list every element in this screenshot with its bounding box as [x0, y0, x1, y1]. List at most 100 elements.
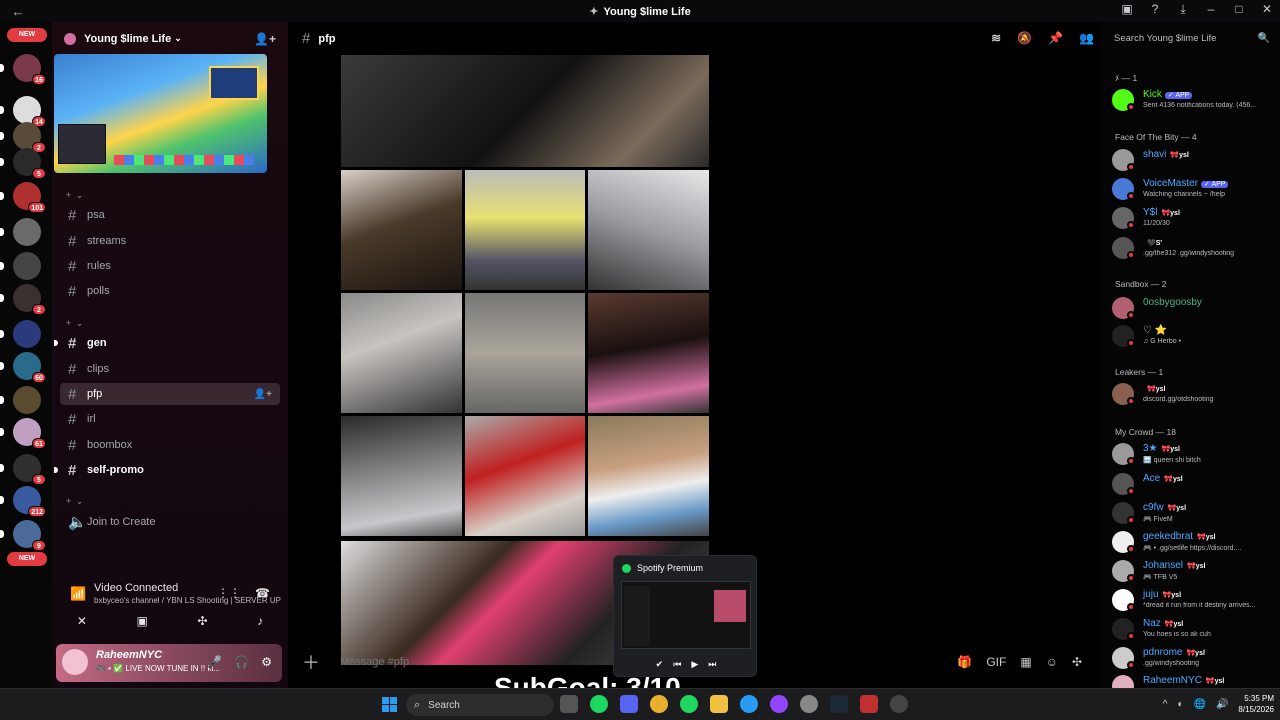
member-item[interactable]: ♡ ⭐ ♫ G Herbo • [1112, 322, 1276, 348]
category-3-toggle[interactable]: + ⌄ [66, 496, 84, 507]
voice-channel-join-to-create[interactable]: 🔈 Join to Create [60, 511, 280, 533]
server-icon-4[interactable]: 5 [0, 148, 46, 179]
member-item[interactable]: Kick ✓ APP Sent 4136 notifications today. … [1112, 86, 1276, 112]
photo-1[interactable] [341, 55, 709, 167]
discord-taskbar-icon[interactable] [620, 695, 638, 713]
emoji-icon[interactable]: ☺ [1046, 655, 1058, 669]
clock[interactable]: 5:35 PM 8/15/2026 [1238, 693, 1274, 715]
minimize-icon[interactable]: – [1204, 2, 1218, 17]
file-explorer-icon[interactable] [710, 695, 728, 713]
inbox-icon[interactable]: ▣ [1120, 2, 1134, 17]
member-item[interactable]: geekedbrat 🎀ysl 🎮 • .gg/setlife https://di… [1112, 528, 1276, 554]
member-item[interactable]: 🎀ysl discord.gg/otdshooting [1112, 380, 1276, 406]
server-icon-15[interactable]: 9 [0, 520, 46, 551]
gift-icon[interactable]: 🎁 [957, 655, 972, 669]
close-icon[interactable]: ✕ [1260, 2, 1274, 17]
user-avatar[interactable] [62, 649, 88, 675]
server-icon-2[interactable]: 14 [0, 96, 46, 127]
twitch-taskbar-icon[interactable] [770, 695, 788, 713]
network-icon[interactable]: 🌐 [1194, 699, 1206, 710]
server-icon-5[interactable]: 101 [0, 182, 46, 213]
obs-taskbar-icon[interactable] [890, 695, 908, 713]
member-item[interactable]: Ace 🎀ysl [1112, 470, 1276, 496]
channel-streams[interactable]: # streams [60, 230, 280, 252]
channel-pfp[interactable]: # pfp 👤+ [60, 383, 280, 405]
photo-9[interactable] [465, 416, 585, 536]
notification-bell-icon[interactable]: 🔕 [1017, 31, 1032, 45]
category-1-toggle[interactable]: + ⌄ [66, 190, 84, 201]
create-invite-icon[interactable]: 👤+ [254, 389, 272, 400]
photo-4[interactable] [588, 170, 709, 290]
photo-2[interactable] [341, 170, 462, 290]
download-icon[interactable]: ⤓ [1176, 2, 1190, 17]
channel-self-promo[interactable]: # self-promo [54, 459, 280, 481]
apps-icon[interactable]: ✣ [1072, 655, 1082, 669]
edge-taskbar-icon[interactable] [740, 695, 758, 713]
sticker-icon[interactable]: ▦ [1020, 655, 1031, 669]
member-item[interactable]: Y$l 🎀ysl 11/20/30 [1112, 204, 1276, 230]
task-view-icon[interactable] [560, 695, 578, 713]
channel-gen[interactable]: # gen [54, 332, 280, 354]
photo-6[interactable] [465, 293, 585, 413]
threads-icon[interactable]: ≋ [991, 31, 1001, 45]
message-input[interactable] [340, 656, 880, 668]
maximize-icon[interactable]: □ [1232, 2, 1246, 17]
member-list-icon[interactable]: 👥 [1079, 31, 1094, 45]
photo-10[interactable] [588, 416, 709, 536]
camera-off-icon[interactable]: ✕ [77, 614, 87, 628]
server-header[interactable]: Young $lime Life ⌄ 👤+ [52, 22, 288, 55]
settings-taskbar-icon[interactable] [800, 695, 818, 713]
channel-clips[interactable]: # clips [60, 358, 280, 380]
spotify-taskbar-icon[interactable] [680, 695, 698, 713]
member-item[interactable]: 3★ 🎀ysl 🔛 queen shi bitch [1112, 440, 1276, 466]
photo-8[interactable] [341, 416, 462, 536]
headphones-icon[interactable]: 🎧 [234, 655, 249, 669]
member-item[interactable]: 🖤S' .gg/the312 .gg/windyshooting [1112, 234, 1276, 260]
previous-track-icon[interactable]: ⏮ [673, 659, 681, 670]
help-icon[interactable]: ? [1148, 2, 1162, 17]
category-2-toggle[interactable]: + ⌄ [66, 318, 84, 329]
invite-user-icon[interactable]: 👤+ [254, 32, 276, 46]
check-icon[interactable]: ✔ [656, 659, 664, 670]
noise-suppression-icon[interactable]: ⋮⋮ [217, 586, 241, 600]
server-icon-14[interactable]: 212 [0, 486, 46, 517]
pin-icon[interactable]: 📌 [1048, 31, 1063, 45]
back-arrow-icon[interactable]: ← [0, 4, 36, 19]
activities-icon[interactable]: ✣ [197, 614, 207, 628]
photo-5[interactable] [341, 293, 462, 413]
play-icon[interactable]: ▶ [691, 659, 698, 670]
app-xbox-icon[interactable] [590, 695, 608, 713]
member-item[interactable]: VoiceMaster ✓ APP Watching channels ~ /hel… [1112, 175, 1276, 201]
member-item[interactable]: c9fw 🎀ysl 🎮 FiveM [1112, 499, 1276, 525]
soundboard-icon[interactable]: ♪ [257, 614, 263, 628]
server-icon-9[interactable] [0, 320, 41, 348]
spotify-preview-popup[interactable]: Spotify Premium ✔ ⏮ ▶ ⏭ [613, 555, 757, 677]
screen-share-icon[interactable]: ▣ [137, 614, 148, 628]
steam-taskbar-icon[interactable] [830, 695, 848, 713]
server-icon-12[interactable]: 61 [0, 418, 46, 449]
server-icon-1[interactable]: 16 [0, 54, 46, 85]
voicemeeter-taskbar-icon[interactable] [860, 695, 878, 713]
new-badge-top[interactable]: NEW [7, 28, 47, 42]
tray-app-icon[interactable]: ◐ [1177, 699, 1183, 710]
new-badge-bottom[interactable]: NEW [7, 552, 47, 566]
windows-start-icon[interactable] [382, 697, 398, 713]
gif-icon[interactable]: GIF [986, 655, 1006, 669]
member-item[interactable]: Johansel 🎀ysl 🎮 TFB V5 [1112, 557, 1276, 583]
settings-gear-icon[interactable]: ⚙ [261, 655, 272, 669]
channel-boombox[interactable]: # boombox [60, 434, 280, 456]
member-item[interactable]: juju 🎀ysl *dread it run from it destiny ar… [1112, 586, 1276, 612]
photo-7[interactable] [588, 293, 709, 413]
chrome-taskbar-icon[interactable] [650, 695, 668, 713]
user-panel[interactable]: RaheemNYC 🎮 • ✅ LIVE NOW TUNE IN !! ki..… [56, 644, 282, 682]
member-item[interactable]: shavi 🎀ysl [1112, 146, 1276, 172]
channel-irl[interactable]: # irl [60, 408, 280, 430]
server-icon-11[interactable] [0, 386, 41, 414]
member-item[interactable]: 0osbygoosby [1112, 294, 1276, 320]
server-icon-13[interactable]: 5 [0, 454, 46, 485]
photo-3[interactable] [465, 170, 585, 290]
spotify-thumbnail[interactable] [621, 581, 751, 649]
add-attachment-icon[interactable]: ＋ [302, 649, 328, 675]
server-icon-3[interactable]: 2 [0, 122, 46, 153]
server-icon-6[interactable] [0, 218, 41, 246]
